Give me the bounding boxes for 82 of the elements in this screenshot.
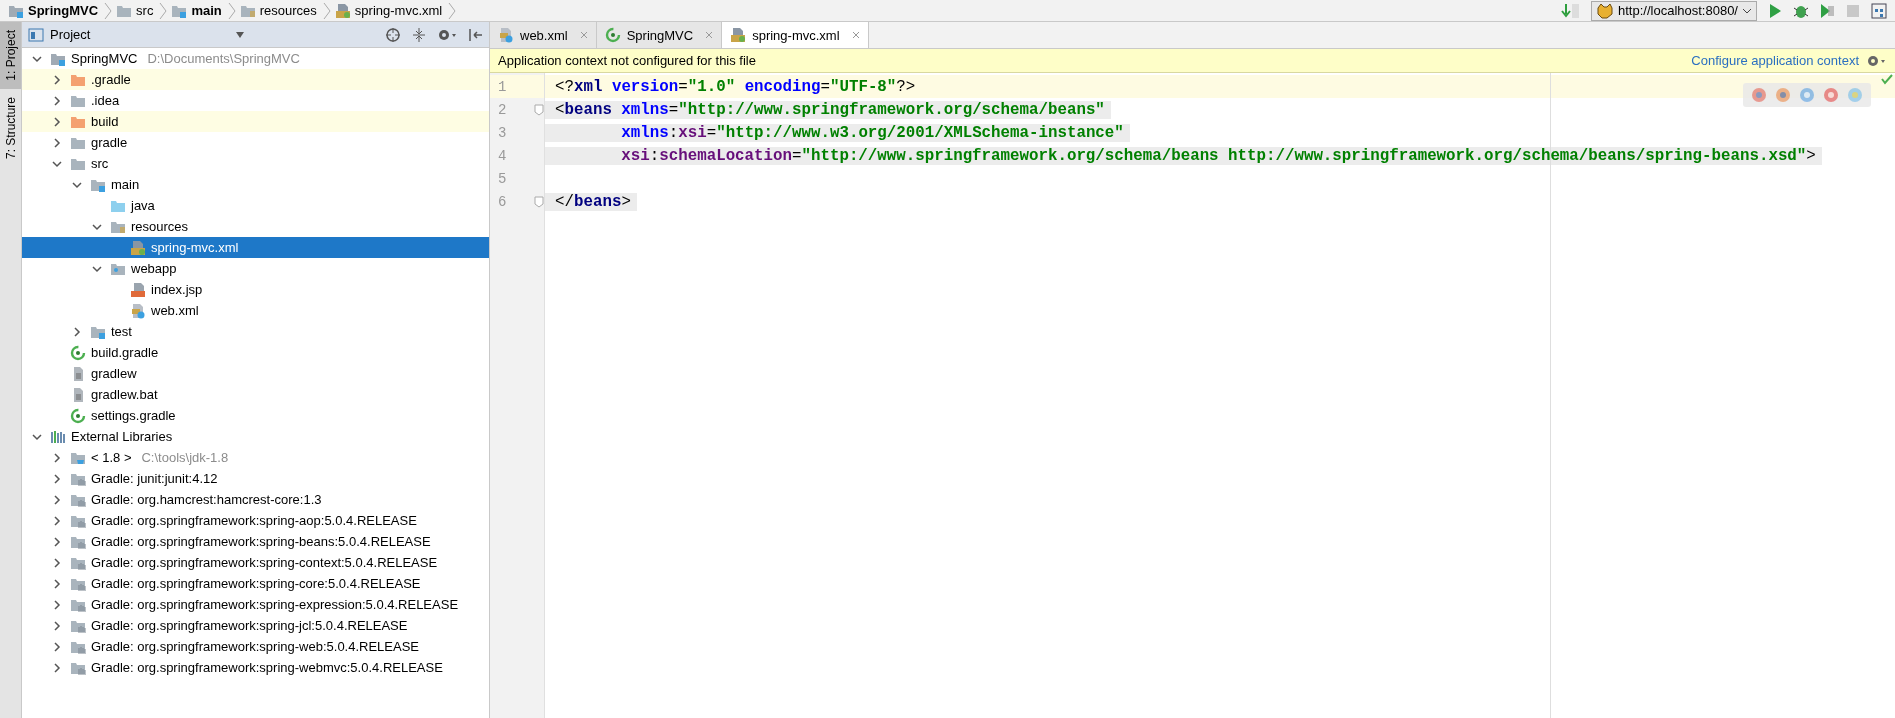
breadcrumb[interactable]: main	[171, 2, 224, 19]
tree-item[interactable]: Gradle: junit:junit:4.12	[22, 468, 489, 489]
structure-icon[interactable]	[1871, 2, 1887, 19]
tree-item[interactable]: gradlew	[22, 363, 489, 384]
caret-icon[interactable]	[235, 30, 245, 39]
xml-file-icon	[498, 27, 514, 43]
browser-icon[interactable]	[1775, 87, 1791, 103]
collapse-icon[interactable]	[411, 26, 427, 43]
configure-link[interactable]: Configure application context	[1691, 53, 1859, 68]
tree-item[interactable]: .gradle	[22, 69, 489, 90]
tree-item[interactable]: Gradle: org.springframework:spring-context:5.0.4.RELEASE	[22, 552, 489, 573]
line-number: 3	[498, 124, 507, 141]
tree-item[interactable]: Gradle: org.springframework:spring-web:5.0.4.RELEASE	[22, 636, 489, 657]
line-number: 1	[498, 78, 507, 95]
tree-item[interactable]: gradle	[22, 132, 489, 153]
hide-icon[interactable]	[467, 26, 483, 43]
tree-item[interactable]: web.xml	[22, 300, 489, 321]
run-icon[interactable]	[1767, 2, 1783, 19]
xml-file-icon	[334, 2, 351, 19]
tree-item[interactable]: < 1.8 > C:\tools\jdk-1.8	[22, 447, 489, 468]
breadcrumb[interactable]: spring-mvc.xml	[334, 2, 445, 19]
tree-item[interactable]: java	[22, 195, 489, 216]
tree-item[interactable]: Gradle: org.springframework:spring-jcl:5.0.4.RELEASE	[22, 615, 489, 636]
breadcrumb[interactable]: resources	[239, 2, 319, 19]
tool-window-tab[interactable]: 7: Structure	[0, 88, 21, 167]
tree-item[interactable]: SpringMVC D:\Documents\SpringMVC	[22, 48, 489, 69]
path-label: C:\tools\jdk-1.8	[141, 450, 229, 465]
tree-item[interactable]: test	[22, 321, 489, 342]
breadcrumb[interactable]: SpringMVC	[8, 2, 101, 19]
tree-item[interactable]: settings.gradle	[22, 405, 489, 426]
coverage-icon[interactable]	[1819, 2, 1835, 19]
tree-item[interactable]: gradlew.bat	[22, 384, 489, 405]
xml-file-icon	[730, 27, 747, 43]
libraries-icon	[50, 428, 66, 445]
gradle-icon	[70, 407, 86, 424]
line-number: 6	[498, 193, 507, 210]
download-icon[interactable]	[1561, 1, 1581, 20]
tree-item[interactable]: resources	[22, 216, 489, 237]
run-configuration-dropdown[interactable]: http://localhost:8080/	[1591, 0, 1757, 21]
jsp-file-icon	[130, 281, 146, 298]
caret-icon	[1742, 6, 1752, 15]
separator-icon	[159, 1, 168, 20]
xml-file-icon	[130, 239, 146, 256]
tree-item[interactable]: Gradle: org.springframework:spring-beans:5.0.4.RELEASE	[22, 531, 489, 552]
breadcrumb[interactable]: src	[116, 2, 156, 19]
line-number: 2	[498, 101, 507, 118]
line-number: 4	[498, 147, 507, 164]
separator-icon	[227, 1, 236, 20]
cat-icon	[1596, 2, 1614, 19]
tree-item[interactable]: build	[22, 111, 489, 132]
panel-title[interactable]: Project	[28, 27, 91, 42]
tree-item[interactable]: Gradle: org.springframework:spring-expression:5.0.4.RELEASE	[22, 594, 489, 615]
crosshair-icon[interactable]	[385, 26, 401, 43]
close-icon[interactable]	[851, 31, 860, 39]
separator-icon	[104, 1, 113, 20]
tool-window-tab[interactable]: 1: Project	[0, 22, 21, 89]
tree-item[interactable]: Gradle: org.springframework:spring-core:5.0.4.RELEASE	[22, 573, 489, 594]
notification-message: Application context not configured for this file	[498, 53, 756, 68]
tree-item[interactable]: build.gradle	[22, 342, 489, 363]
editor-tab[interactable]: spring-mvc.xml	[722, 22, 869, 48]
tree-item[interactable]: main	[22, 174, 489, 195]
tree-item[interactable]: Gradle: org.springframework:spring-aop:5.0.4.RELEASE	[22, 510, 489, 531]
tree-item[interactable]: webapp	[22, 258, 489, 279]
line-number: 5	[498, 170, 507, 187]
separator-icon	[322, 1, 331, 20]
separator-icon	[448, 1, 457, 20]
editor-tab[interactable]: SpringMVC	[596, 22, 723, 48]
tree-item[interactable]: Gradle: org.hamcrest:hamcrest-core:1.3	[22, 489, 489, 510]
window-icon	[28, 27, 44, 42]
tree-item[interactable]: spring-mvc.xml	[22, 237, 489, 258]
tree-item[interactable]: .idea	[22, 90, 489, 111]
tree-item[interactable]: src	[22, 153, 489, 174]
tree-item[interactable]: index.jsp	[22, 279, 489, 300]
tree-item[interactable]: Gradle: org.springframework:spring-webmvc:5.0.4.RELEASE	[22, 657, 489, 678]
gradle-icon	[604, 27, 621, 43]
gradle-icon	[70, 344, 86, 361]
xml-file-icon	[130, 302, 146, 319]
check-icon	[1881, 73, 1893, 85]
tree-item[interactable]: External Libraries	[22, 426, 489, 447]
editor-tab[interactable]: web.xml	[490, 22, 597, 48]
path-label: D:\Documents\SpringMVC	[147, 51, 300, 66]
code-line: <?xml version="1.0" encoding="UTF-8"?>	[554, 77, 917, 96]
